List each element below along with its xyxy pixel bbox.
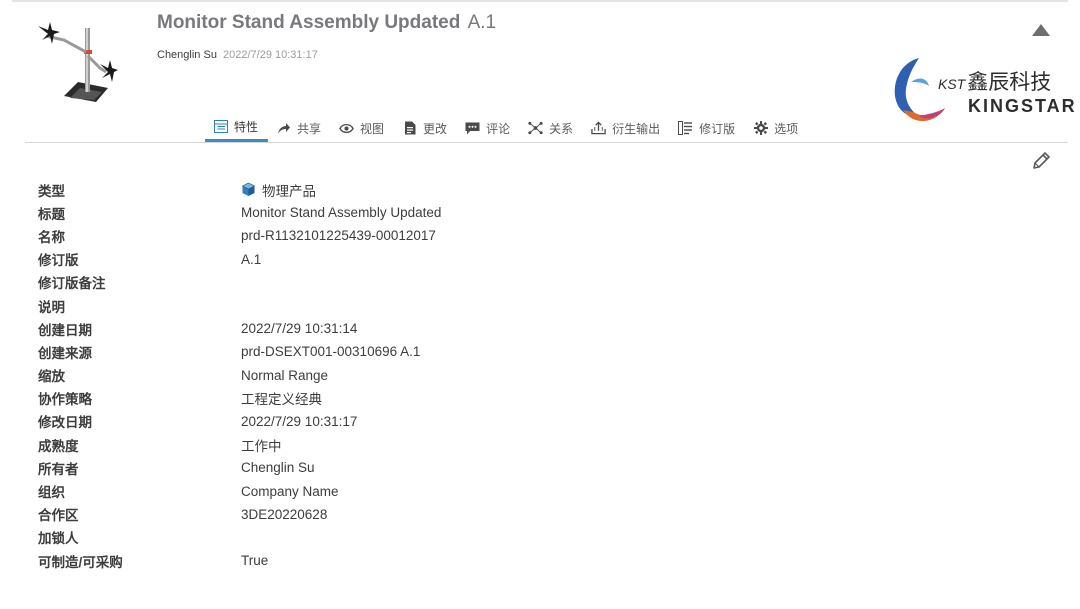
property-row-locker: 加锁人	[38, 526, 738, 549]
property-label: 名称	[38, 229, 65, 245]
property-label: 成熟度	[38, 438, 79, 454]
property-row-owner: 所有者 Chenglin Su	[38, 456, 738, 479]
tab-bar: 特性 共享 视图 更改 评论 关系 衍生输出 修订版 选项	[205, 114, 808, 144]
property-value: 工程定义经典	[241, 392, 322, 408]
property-row-revision: 修订版 A.1	[38, 248, 738, 271]
property-value: 3DE20220628	[241, 506, 328, 522]
tab-view[interactable]: 视图	[331, 114, 394, 142]
property-label: 标题	[38, 206, 65, 222]
property-row-modified: 修改日期 2022/7/29 10:31:17	[38, 410, 738, 433]
product-thumbnail[interactable]	[30, 14, 120, 109]
property-value: 工作中	[241, 438, 282, 454]
property-row-description: 说明	[38, 294, 738, 317]
property-row-policy: 协作策略 工程定义经典	[38, 387, 738, 410]
table-icon	[213, 119, 228, 134]
property-value: A.1	[241, 251, 262, 267]
property-label: 说明	[38, 299, 65, 315]
collapse-triangle-icon[interactable]	[1031, 23, 1051, 37]
property-label: 所有者	[38, 461, 79, 477]
property-label: 创建来源	[38, 345, 92, 361]
share-icon	[276, 121, 291, 136]
property-value[interactable]: prd-DSEXT001-00310696 A.1	[241, 344, 420, 359]
property-value[interactable]: Chenglin Su	[241, 460, 315, 475]
tabs-divider	[25, 142, 1068, 143]
eye-icon	[339, 121, 354, 136]
modified-date: 2022/7/29 10:31:17	[223, 49, 318, 61]
kingstar-logo: KST鑫辰科技 KINGSTAR	[889, 52, 1075, 132]
property-label: 修订版备注	[38, 276, 106, 292]
property-label: 类型	[38, 183, 65, 199]
property-row-type: 类型 物理产品	[38, 178, 738, 201]
property-row-created: 创建日期 2022/7/29 10:31:14	[38, 317, 738, 340]
logo-brand-en: KINGSTAR	[968, 96, 1077, 116]
tab-revisions[interactable]: 修订版	[670, 114, 745, 142]
property-label: 合作区	[38, 508, 79, 524]
tab-relations[interactable]: 关系	[520, 114, 583, 142]
property-row-maturity: 成熟度 工作中	[38, 433, 738, 456]
properties-table: 类型 物理产品 标题 Monitor Stand Assembly Update…	[38, 178, 738, 572]
gear-icon	[753, 121, 768, 136]
property-row-collab-space: 合作区 3DE20220628	[38, 503, 738, 526]
property-value: Monitor Stand Assembly Updated	[241, 205, 442, 221]
owner-link[interactable]: Chenglin Su	[157, 49, 217, 61]
property-row-revision-note: 修订版备注	[38, 271, 738, 294]
property-value: Normal Range	[241, 367, 329, 383]
pencil-icon[interactable]	[1030, 150, 1052, 172]
property-label: 协作策略	[38, 392, 92, 408]
tab-change[interactable]: 更改	[394, 114, 457, 142]
tab-properties[interactable]: 特性	[205, 114, 269, 142]
physical-product-cube-icon	[241, 182, 256, 197]
property-label: 缩放	[38, 369, 65, 385]
property-label: 修改日期	[38, 415, 92, 431]
tab-comments[interactable]: 评论	[457, 114, 520, 142]
property-value: 物理产品	[241, 180, 316, 200]
property-label: 组织	[38, 485, 65, 501]
property-label: 加锁人	[38, 531, 79, 547]
property-row-organization: 组织 Company Name	[38, 479, 738, 502]
comment-icon	[465, 121, 480, 136]
property-value: 2022/7/29 10:31:14	[241, 321, 358, 337]
tab-options[interactable]: 选项	[745, 114, 808, 142]
property-label: 修订版	[38, 253, 79, 269]
property-label: 可制造/可采购	[38, 554, 123, 570]
property-value: Company Name	[241, 483, 339, 499]
revision-label: A.1	[467, 12, 497, 33]
revision-icon	[678, 121, 693, 136]
header-meta: Chenglin Su 2022/7/29 10:31:17	[157, 49, 318, 61]
tab-share[interactable]: 共享	[268, 114, 331, 142]
tab-derived-output[interactable]: 衍生输出	[583, 114, 670, 142]
header-title: Monitor Stand Assembly Updated A.1	[157, 12, 496, 34]
property-row-created-from: 创建来源 prd-DSEXT001-00310696 A.1	[38, 340, 738, 363]
logo-brand-cn: KST鑫辰科技	[938, 71, 1052, 94]
property-row-title: 标题 Monitor Stand Assembly Updated	[38, 201, 738, 224]
property-value: True	[241, 553, 269, 569]
property-row-scale: 缩放 Normal Range	[38, 364, 738, 387]
relations-icon	[528, 121, 543, 136]
property-row-make-buy: 可制造/可采购 True	[38, 549, 738, 572]
property-row-name: 名称 prd-R1132101225439-00012017	[38, 224, 738, 247]
top-rule	[12, 0, 1068, 2]
page-title: Monitor Stand Assembly Updated	[157, 12, 461, 33]
document-icon	[402, 121, 417, 136]
derived-output-icon	[591, 121, 606, 136]
property-label: 创建日期	[38, 322, 92, 338]
property-value: prd-R1132101225439-00012017	[241, 228, 436, 244]
property-value: 2022/7/29 10:31:17	[241, 413, 358, 429]
